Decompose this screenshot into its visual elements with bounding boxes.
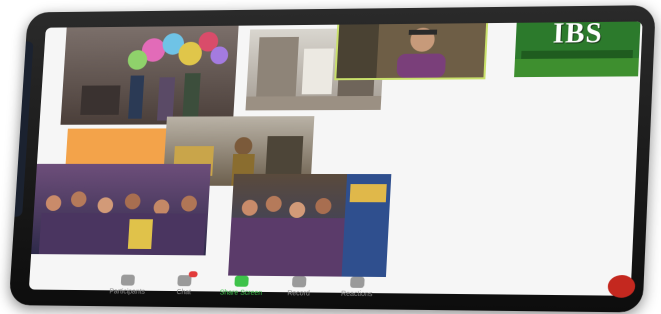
share-screen-label: Share Screen xyxy=(219,290,263,297)
share-screen-button[interactable]: Share Screen xyxy=(219,275,264,296)
balloons-scene xyxy=(60,26,238,125)
record-label: Record xyxy=(276,290,320,298)
end-call-icon[interactable] xyxy=(607,275,635,298)
share-screen-icon xyxy=(234,276,248,287)
chat-button[interactable]: Chat xyxy=(162,275,206,296)
chat-badge xyxy=(189,271,198,277)
reactions-label: Reactions xyxy=(334,291,379,299)
video-tile-webcam[interactable] xyxy=(334,21,488,80)
participants-button[interactable]: Participants xyxy=(106,274,150,295)
chat-label: Chat xyxy=(162,289,206,296)
video-tile-crowd-left[interactable] xyxy=(31,164,211,256)
reactions-button[interactable]: Reactions xyxy=(334,277,379,299)
ibs-logo-text: IBS xyxy=(524,21,633,50)
video-tile-crowd-right[interactable] xyxy=(228,174,391,277)
video-tile-orange[interactable] xyxy=(66,128,167,163)
device-edge xyxy=(14,41,33,216)
participants-icon xyxy=(121,275,135,286)
device-frame: IBS Participants Chat Share Screen Recor… xyxy=(9,5,656,312)
webcam-person xyxy=(336,21,486,78)
meeting-screen: IBS xyxy=(29,21,643,295)
crowd-scene-left xyxy=(31,164,211,256)
video-tile-balloons[interactable] xyxy=(60,26,238,125)
reactions-icon xyxy=(350,277,365,288)
chat-icon xyxy=(177,275,191,286)
video-tile-ibs[interactable]: IBS xyxy=(514,21,641,77)
ibs-greenery xyxy=(514,58,639,77)
record-button[interactable]: Record xyxy=(276,276,321,298)
record-icon xyxy=(292,276,307,287)
meeting-toolbar: Participants Chat Share Screen Record Re… xyxy=(38,274,638,311)
participants-label: Participants xyxy=(106,288,149,295)
crowd-scene-right xyxy=(228,174,391,277)
